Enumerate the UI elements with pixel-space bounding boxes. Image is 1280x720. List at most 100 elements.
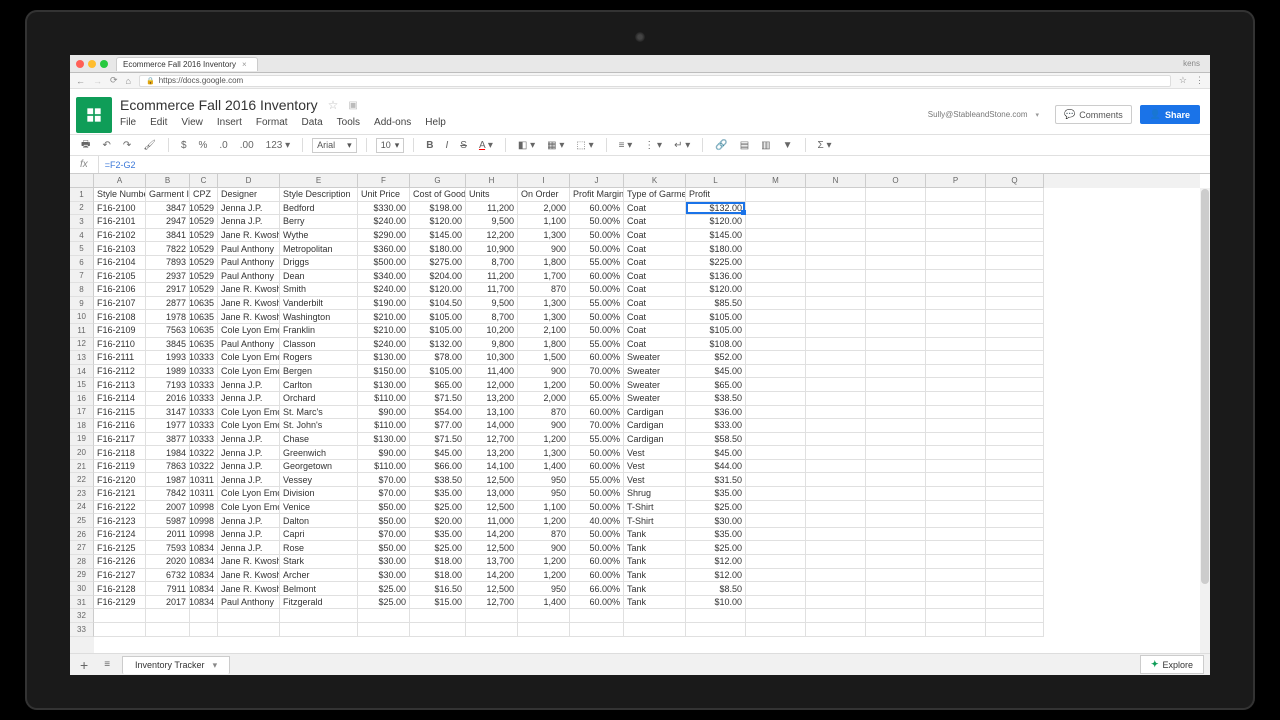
cell[interactable]: Classon <box>280 338 358 352</box>
cell[interactable]: $30.00 <box>686 514 746 528</box>
cell[interactable]: F16-2102 <box>94 229 146 243</box>
cell[interactable]: Coat <box>624 338 686 352</box>
table-row[interactable]: Style NumberGarment IDCPZDesignerStyle D… <box>94 188 1200 202</box>
cell[interactable]: 870 <box>518 406 570 420</box>
reload-icon[interactable]: ⟳ <box>110 75 118 86</box>
functions-icon[interactable]: Σ ▾ <box>815 138 835 153</box>
cell[interactable] <box>806 229 866 243</box>
cell[interactable]: 2937 <box>146 270 190 284</box>
cell[interactable]: Capri <box>280 528 358 542</box>
cell[interactable] <box>806 270 866 284</box>
cell[interactable]: 50.00% <box>570 501 624 515</box>
chevron-down-icon[interactable]: ▾ <box>213 660 218 671</box>
cell[interactable] <box>926 514 986 528</box>
row-header-28[interactable]: 28 <box>70 555 94 569</box>
strike-icon[interactable]: S <box>457 138 470 153</box>
table-row[interactable]: F16-2128791110834Jane R. KwoshiBelmont$2… <box>94 582 1200 596</box>
cell[interactable]: 13,100 <box>466 406 518 420</box>
cell[interactable] <box>806 202 866 216</box>
browser-tab[interactable]: Ecommerce Fall 2016 Inventory × <box>116 57 258 71</box>
cell[interactable]: $50.00 <box>358 514 410 528</box>
cell[interactable] <box>746 569 806 583</box>
cell[interactable] <box>806 419 866 433</box>
cell[interactable]: 60.00% <box>570 596 624 610</box>
cell[interactable]: 10,200 <box>466 324 518 338</box>
italic-icon[interactable]: I <box>442 138 451 153</box>
cell[interactable]: 950 <box>518 487 570 501</box>
cell[interactable]: F16-2105 <box>94 270 146 284</box>
cell[interactable] <box>746 528 806 542</box>
cell[interactable] <box>926 242 986 256</box>
row-header-7[interactable]: 7 <box>70 270 94 284</box>
cell[interactable] <box>866 473 926 487</box>
table-row[interactable]: F16-2123598710998Jenna J.P.Dalton$50.00$… <box>94 514 1200 528</box>
cell[interactable]: $18.00 <box>410 555 466 569</box>
cell[interactable] <box>986 392 1044 406</box>
cell[interactable]: Cole Lyon Emory <box>218 501 280 515</box>
cell[interactable]: Vessey <box>280 473 358 487</box>
cell[interactable]: Coat <box>624 202 686 216</box>
cell[interactable] <box>926 569 986 583</box>
cell[interactable]: $36.00 <box>686 406 746 420</box>
cell[interactable]: $65.00 <box>410 378 466 392</box>
row-header-26[interactable]: 26 <box>70 528 94 542</box>
row-header-25[interactable]: 25 <box>70 514 94 528</box>
cell[interactable]: 11,700 <box>466 283 518 297</box>
cell[interactable] <box>866 378 926 392</box>
cell[interactable]: $25.00 <box>686 541 746 555</box>
cell[interactable]: 10998 <box>190 514 218 528</box>
table-row[interactable]: F16-2114201610333Jenna J.P.Orchard$110.0… <box>94 392 1200 406</box>
cell[interactable] <box>866 541 926 555</box>
cell[interactable]: 50.00% <box>570 283 624 297</box>
cell[interactable] <box>866 242 926 256</box>
cell[interactable]: Jane R. Kwoshi <box>218 283 280 297</box>
cell[interactable]: 1,300 <box>518 310 570 324</box>
row-header-21[interactable]: 21 <box>70 460 94 474</box>
cell[interactable] <box>866 392 926 406</box>
cell[interactable] <box>746 487 806 501</box>
cell[interactable]: 2877 <box>146 297 190 311</box>
cell[interactable] <box>806 582 866 596</box>
cell[interactable]: 14,100 <box>466 460 518 474</box>
cell[interactable]: 10834 <box>190 596 218 610</box>
explore-button[interactable]: ✦ Explore <box>1140 655 1204 674</box>
cell[interactable]: 9,500 <box>466 297 518 311</box>
cell[interactable] <box>624 609 686 623</box>
cell[interactable]: $225.00 <box>686 256 746 270</box>
row-header-27[interactable]: 27 <box>70 541 94 555</box>
cell[interactable]: Cole Lyon Emory <box>218 351 280 365</box>
cell[interactable] <box>986 283 1044 297</box>
chart-icon[interactable]: ▥ <box>758 138 773 153</box>
cell[interactable]: 10834 <box>190 569 218 583</box>
cell[interactable] <box>986 460 1044 474</box>
cell[interactable] <box>218 623 280 637</box>
row-header-30[interactable]: 30 <box>70 582 94 596</box>
cell[interactable]: $204.00 <box>410 270 466 284</box>
cell[interactable] <box>986 555 1044 569</box>
cell[interactable]: 50.00% <box>570 541 624 555</box>
cell[interactable]: 11,000 <box>466 514 518 528</box>
cell[interactable]: Jane R. Kwoshi <box>218 569 280 583</box>
cell[interactable]: F16-2123 <box>94 514 146 528</box>
cell[interactable]: 1,200 <box>518 514 570 528</box>
cell[interactable] <box>866 609 926 623</box>
cell[interactable]: St. Marc's <box>280 406 358 420</box>
cell[interactable]: Bedford <box>280 202 358 216</box>
col-header-H[interactable]: H <box>466 174 518 188</box>
cell[interactable]: 10834 <box>190 555 218 569</box>
font-size-select[interactable]: 10▾ <box>376 138 405 153</box>
cell[interactable]: 1,700 <box>518 270 570 284</box>
cell[interactable]: 1989 <box>146 365 190 379</box>
cell[interactable] <box>926 378 986 392</box>
window-controls[interactable] <box>76 60 108 68</box>
cell[interactable]: $25.00 <box>358 582 410 596</box>
cell[interactable] <box>926 446 986 460</box>
cell[interactable]: 55.00% <box>570 338 624 352</box>
cell[interactable]: $50.00 <box>358 541 410 555</box>
cell[interactable] <box>746 378 806 392</box>
cell[interactable]: Cardigan <box>624 433 686 447</box>
cell[interactable]: 900 <box>518 365 570 379</box>
cell[interactable] <box>926 473 986 487</box>
cell[interactable]: F16-2104 <box>94 256 146 270</box>
cell[interactable] <box>926 406 986 420</box>
